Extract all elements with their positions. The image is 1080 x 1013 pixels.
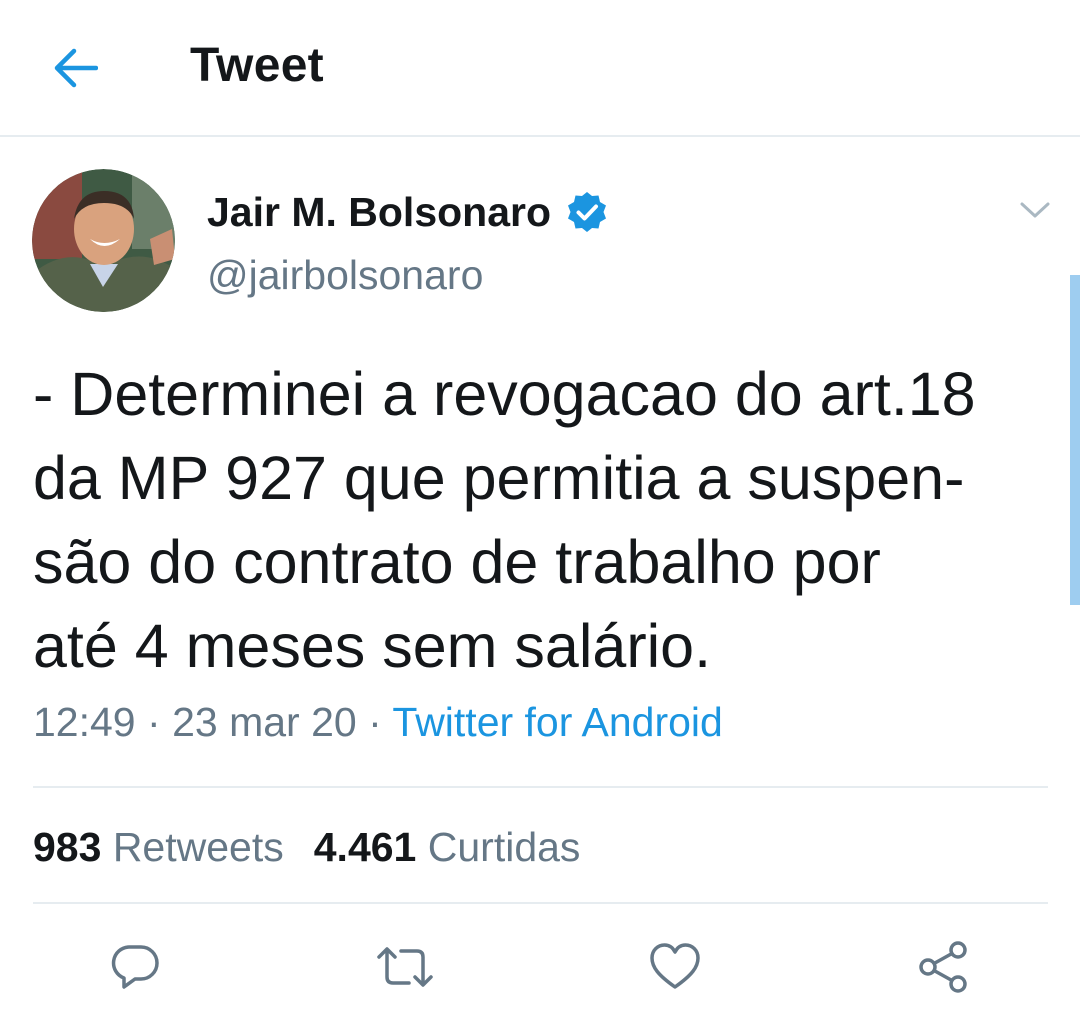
retweets-label: Retweets xyxy=(112,824,284,870)
tweet-line: - Determinei a revogacao do art.18 xyxy=(33,360,976,428)
arrow-left-icon xyxy=(54,48,98,88)
tweet-menu-button[interactable] xyxy=(1010,190,1060,230)
reply-icon xyxy=(111,945,159,989)
verified-badge-icon xyxy=(568,192,607,232)
tweet-meta: 12:49 · 23 mar 20 · Twitter for Android xyxy=(33,699,723,746)
likes-stat[interactable]: 4.461 Curtidas xyxy=(314,824,581,870)
share-button[interactable] xyxy=(908,935,978,999)
meta-separator: · xyxy=(368,699,382,745)
author-handle[interactable]: @jairbolsonaro xyxy=(207,252,483,299)
likes-label: Curtidas xyxy=(427,824,581,870)
back-button[interactable] xyxy=(40,36,110,100)
tweet-line: são do contrato de trabalho por xyxy=(33,528,881,596)
avatar[interactable] xyxy=(32,169,175,312)
tweet-source-link[interactable]: Twitter for Android xyxy=(392,699,722,745)
retweets-count: 983 xyxy=(33,824,102,870)
tweet-stats: 983 Retweets 4.461 Curtidas xyxy=(33,824,580,871)
divider xyxy=(33,786,1048,788)
like-button[interactable] xyxy=(640,935,710,999)
tweet-text: - Determinei a revogacao do art.18 da MP… xyxy=(33,352,1053,688)
heart-icon xyxy=(650,943,700,989)
chevron-down-icon xyxy=(1020,202,1050,218)
tweet-detail-page: Tweet Jair M. Bolsonaro @jairbolsonaro -… xyxy=(0,0,1080,1013)
author-name: Jair M. Bolsonaro xyxy=(207,188,552,235)
author-name-row[interactable]: Jair M. Bolsonaro xyxy=(207,184,609,240)
divider xyxy=(33,902,1048,904)
retweet-button[interactable] xyxy=(370,935,440,999)
meta-separator: · xyxy=(147,699,161,745)
page-title: Tweet xyxy=(190,39,324,92)
avatar-image xyxy=(32,169,175,312)
retweets-stat[interactable]: 983 Retweets xyxy=(33,824,284,870)
reply-button[interactable] xyxy=(100,935,170,999)
retweet-icon xyxy=(377,947,433,987)
top-bar: Tweet xyxy=(0,0,1080,137)
scrollbar[interactable] xyxy=(1070,275,1080,605)
tweet-line: até 4 meses sem salário. xyxy=(33,612,712,680)
tweet-date: 23 mar 20 xyxy=(172,699,357,745)
tweet-time: 12:49 xyxy=(33,699,136,745)
share-icon xyxy=(919,941,967,993)
tweet-line: da MP 927 que permitia a suspen- xyxy=(33,444,965,512)
likes-count: 4.461 xyxy=(313,824,417,870)
